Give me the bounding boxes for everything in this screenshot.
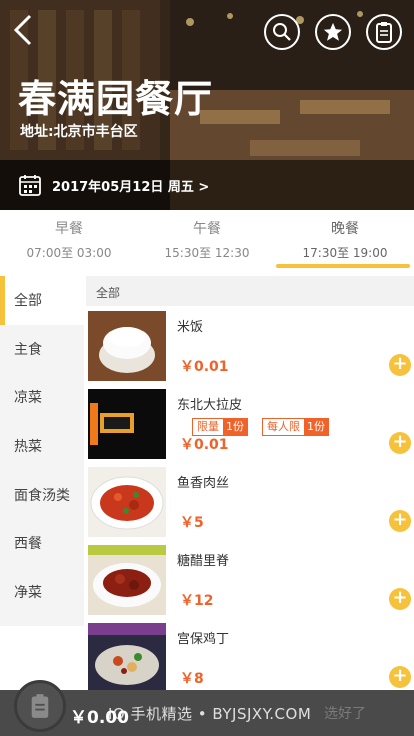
dish-price: ￥8 [180,671,204,687]
dish-price: ￥5 [180,515,204,531]
category-hot-dishes[interactable]: 热菜 [0,422,84,471]
section-title: 全部 [86,276,414,306]
add-to-cart-button[interactable]: + [389,510,411,532]
tab-name: 午餐 [193,221,221,237]
tab-time: 17:30至 19:00 [302,246,388,260]
checkout-button[interactable]: 选好了 [324,703,366,723]
selected-date: 2017年05月12日 周五 > [52,179,210,195]
category-noodles-soup[interactable]: 面食汤类 [0,470,84,519]
list-item: 东北大拉皮 限量 1份 每人限 1份 ￥0.01 + [86,384,414,462]
tab-time: 07:00至 03:00 [26,246,112,260]
tab-name: 早餐 [55,221,83,237]
category-western[interactable]: 西餐 [0,519,84,568]
list-item: 鱼香肉丝 ￥5 + [86,462,414,540]
category-raw-vegetables[interactable]: 净菜 [0,568,84,617]
category-cold-dishes[interactable]: 凉菜 [0,373,84,422]
per-person-limit-badge: 每人限 1份 [262,418,329,436]
tab-name: 晚餐 [331,221,359,237]
category-staple[interactable]: 主食 [0,325,84,374]
add-to-cart-button[interactable]: + [389,666,411,688]
order-list-button[interactable] [366,14,402,50]
restaurant-address: 地址:北京市丰台区 [20,124,138,140]
restaurant-name: 春满园餐厅 [18,77,214,121]
add-to-cart-button[interactable]: + [389,354,411,376]
clipboard-icon [31,694,49,718]
tab-time: 15:30至 12:30 [164,246,250,260]
clipboard-icon [376,22,392,43]
dish-name: 宫保鸡丁 [177,632,230,647]
chevron-left-icon [13,14,32,46]
tab-dinner[interactable]: 晚餐 17:30至 19:00 [276,210,414,274]
favorite-button[interactable] [315,14,351,50]
list-item: 宫保鸡丁 ￥8 + [86,618,414,690]
search-button[interactable] [264,14,300,50]
search-icon [273,23,291,41]
dish-price: ￥0.01 [180,359,229,375]
dish-name: 鱼香肉丝 [177,476,230,491]
dish-name: 糖醋里脊 [177,554,230,569]
dish-price: ￥0.01 [180,437,229,453]
dish-image-rice[interactable] [88,311,166,381]
meal-tabs: 早餐 07:00至 03:00 午餐 15:30至 12:30 晚餐 17:30… [0,210,414,274]
tab-lunch[interactable]: 午餐 15:30至 12:30 [138,210,276,274]
list-item: 糖醋里脊 ￥12 + [86,540,414,618]
dish-image-sweet-sour-pork[interactable] [88,545,166,615]
category-all[interactable]: 全部 [0,276,84,325]
dish-name: 东北大拉皮 [177,398,243,413]
add-to-cart-button[interactable]: + [389,588,411,610]
dish-image-la-pi[interactable] [88,389,166,459]
add-to-cart-button[interactable]: + [389,432,411,454]
star-icon [323,22,343,41]
category-sidebar: 全部 主食 凉菜 热菜 面食汤类 西餐 净菜 [0,276,84,626]
dish-name: 米饭 [177,320,204,335]
calendar-icon [19,175,41,196]
dish-list: 全部 米饭 ￥0.01 + 东北大拉皮 限量 1份 每人限 1份 ￥0.01 +… [86,276,414,690]
back-button[interactable] [8,10,38,50]
cart-button[interactable] [14,680,66,732]
date-selector[interactable]: 2017年05月12日 周五 > [0,160,414,210]
dish-price: ￥12 [180,593,214,609]
list-item: 米饭 ￥0.01 + [86,306,414,384]
dish-image-fish-pork[interactable] [88,467,166,537]
watermark: IQ 手机精选 • BYJSJXY.COM [108,705,312,723]
dish-image-kung-pao-chicken[interactable] [88,623,166,690]
tab-breakfast[interactable]: 早餐 07:00至 03:00 [0,210,138,274]
